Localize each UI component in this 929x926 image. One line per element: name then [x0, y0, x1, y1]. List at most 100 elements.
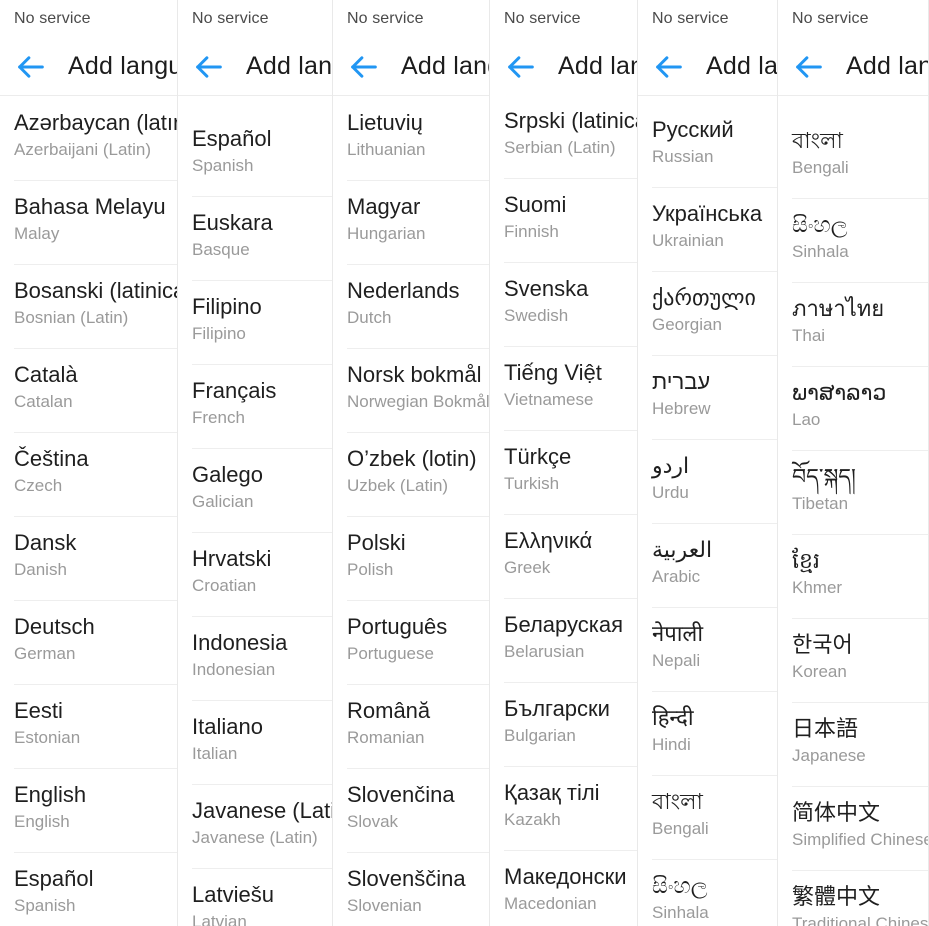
language-list-item[interactable]: Қазақ тілі Kazakh: [490, 766, 637, 850]
language-list[interactable]: Lietuvių Lithuanian Magyar Hungarian Nederla…: [333, 96, 489, 926]
language-list-item[interactable]: Eesti Estonian: [0, 684, 177, 768]
language-list-item[interactable]: 简体中文 Simplified Chinese: [778, 786, 928, 870]
language-english-name: Georgian: [652, 315, 722, 334]
language-list-item[interactable]: Galego Galician: [178, 448, 332, 532]
language-list-item[interactable]: Latviešu Latvian: [178, 868, 332, 926]
language-list-item[interactable]: Беларуская Belarusian: [490, 598, 637, 682]
language-list-item[interactable]: ខ្មែរ Khmer: [778, 534, 928, 618]
language-list-item[interactable]: Română Romanian: [333, 684, 489, 768]
language-list-item[interactable]: اردو Urdu: [638, 439, 777, 523]
page-title: Add language: [706, 52, 778, 80]
language-list-item[interactable]: العربية Arabic: [638, 523, 777, 607]
language-list-item[interactable]: Tiếng Việt Vietnamese: [490, 346, 637, 430]
language-list-item[interactable]: English English: [0, 768, 177, 852]
language-list-item[interactable]: 한국어 Korean: [778, 618, 928, 702]
language-list-item[interactable]: नेपाली Nepali: [638, 607, 777, 691]
screenshot-tile-1: No service Add language Azərbaycan (latın)…: [0, 0, 178, 926]
language-list-item[interactable]: Deutsch German: [0, 600, 177, 684]
language-list-item[interactable]: বাংলা Bengali: [638, 775, 777, 859]
language-native-name: Deutsch: [14, 614, 95, 639]
language-list-item[interactable]: Ελληνικά Greek: [490, 514, 637, 598]
language-list-item[interactable]: Македонски Macedonian: [490, 850, 637, 926]
language-list-item[interactable]: Hrvatski Croatian: [178, 532, 332, 616]
language-list[interactable]: Русский Russian Українська Ukrainian ქართული…: [638, 103, 777, 926]
language-list-item[interactable]: Português Portuguese: [333, 600, 489, 684]
language-native-name: Bahasa Melayu: [14, 194, 166, 219]
back-arrow-icon[interactable]: [347, 50, 381, 84]
back-arrow-icon[interactable]: [792, 50, 826, 84]
language-list-item[interactable]: Dansk Danish: [0, 516, 177, 600]
language-native-name: සිංහල: [652, 873, 708, 898]
language-list-item[interactable]: Русский Russian: [638, 103, 777, 187]
language-english-name: Slovak: [347, 812, 399, 831]
language-list[interactable]: Español Spanish Euskara Basque Filipino Filip…: [178, 112, 332, 926]
language-list-item[interactable]: Svenska Swedish: [490, 262, 637, 346]
language-list-item[interactable]: Español Spanish: [0, 852, 177, 926]
language-list-item[interactable]: Indonesia Indonesian: [178, 616, 332, 700]
language-list-item[interactable]: עברית Hebrew: [638, 355, 777, 439]
language-list-item[interactable]: Čeština Czech: [0, 432, 177, 516]
back-arrow-icon[interactable]: [504, 50, 538, 84]
language-list-item[interactable]: ქართული Georgian: [638, 271, 777, 355]
language-list[interactable]: Srpski (latinica) Serbian (Latin) Suomi Fin…: [490, 94, 637, 926]
language-list-item[interactable]: Polski Polish: [333, 516, 489, 600]
language-list-item[interactable]: Magyar Hungarian: [333, 180, 489, 264]
language-list-item[interactable]: Türkçe Turkish: [490, 430, 637, 514]
language-native-name: Türkçe: [504, 444, 572, 469]
language-list-item[interactable]: Azərbaycan (latın) Azerbaijani (Latin): [0, 96, 177, 180]
language-english-name: Spanish: [14, 896, 76, 915]
language-list-item[interactable]: සිංහල Sinhala: [778, 198, 928, 282]
language-list-item[interactable]: Nederlands Dutch: [333, 264, 489, 348]
status-no-service-label: No service: [652, 10, 729, 27]
back-arrow-icon[interactable]: [192, 50, 226, 84]
language-list-item[interactable]: ພາສາລາວ Lao: [778, 366, 928, 450]
language-native-name: O’zbek (lotin): [347, 446, 477, 471]
language-list-item[interactable]: Srpski (latinica) Serbian (Latin): [490, 94, 637, 178]
language-list-item[interactable]: 繁體中文 Traditional Chinese: [778, 870, 928, 926]
screenshot-tile-5: No service Add language Русский Russian Укра…: [638, 0, 778, 926]
language-list-item[interactable]: Italiano Italian: [178, 700, 332, 784]
app-bar: Add language: [333, 38, 489, 96]
language-native-name: Română: [347, 698, 431, 723]
language-english-name: Bengali: [652, 819, 709, 838]
phone-screen: No service Add language Azərbaycan (latın)…: [0, 0, 177, 926]
language-list-item[interactable]: বাংলা Bengali: [778, 114, 928, 198]
language-native-name: Русский: [652, 117, 734, 142]
language-list-item[interactable]: 日本語 Japanese: [778, 702, 928, 786]
status-no-service-label: No service: [192, 10, 269, 27]
language-native-name: Українська: [652, 201, 763, 226]
status-bar: No service: [0, 0, 177, 38]
language-list-item[interactable]: Euskara Basque: [178, 196, 332, 280]
language-list-item[interactable]: བོད་སྐད། Tibetan: [778, 450, 928, 534]
language-list-item[interactable]: Norsk bokmål Norwegian Bokmål: [333, 348, 489, 432]
status-bar: No service: [778, 0, 928, 38]
language-list-item[interactable]: हिन्दी Hindi: [638, 691, 777, 775]
language-list-item[interactable]: O’zbek (lotin) Uzbek (Latin): [333, 432, 489, 516]
language-list-item[interactable]: Български Bulgarian: [490, 682, 637, 766]
language-list-item[interactable]: Slovenčina Slovak: [333, 768, 489, 852]
language-list-item[interactable]: සිංහල Sinhala: [638, 859, 777, 926]
phone-screen: No service Add language Lietuvių Lithuanian…: [333, 0, 489, 926]
language-english-name: Belarusian: [504, 642, 585, 661]
language-english-name: Greek: [504, 558, 551, 577]
language-list-item[interactable]: Català Catalan: [0, 348, 177, 432]
language-list[interactable]: Azərbaycan (latın) Azerbaijani (Latin) Bah…: [0, 96, 177, 926]
language-english-name: Swedish: [504, 306, 569, 325]
language-list-item[interactable]: Українська Ukrainian: [638, 187, 777, 271]
language-list-item[interactable]: Français French: [178, 364, 332, 448]
language-list[interactable]: বাংলা Bengali සිංහල Sinhala ภาษาไทย Thai ພາສາລ…: [778, 114, 928, 926]
language-native-name: Español: [14, 866, 94, 891]
language-list-item[interactable]: Slovenščina Slovenian: [333, 852, 489, 926]
back-arrow-icon[interactable]: [14, 50, 48, 84]
language-list-item[interactable]: Javanese (Latin) Javanese (Latin): [178, 784, 332, 868]
language-list-item[interactable]: Filipino Filipino: [178, 280, 332, 364]
back-arrow-icon[interactable]: [652, 50, 686, 84]
status-bar: No service: [333, 0, 489, 38]
language-list-item[interactable]: Bahasa Melayu Malay: [0, 180, 177, 264]
language-list-item[interactable]: Suomi Finnish: [490, 178, 637, 262]
language-english-name: French: [192, 408, 245, 427]
language-list-item[interactable]: ภาษาไทย Thai: [778, 282, 928, 366]
language-list-item[interactable]: Lietuvių Lithuanian: [333, 96, 489, 180]
language-list-item[interactable]: Bosanski (latinica) Bosnian (Latin): [0, 264, 177, 348]
language-list-item[interactable]: Español Spanish: [178, 112, 332, 196]
